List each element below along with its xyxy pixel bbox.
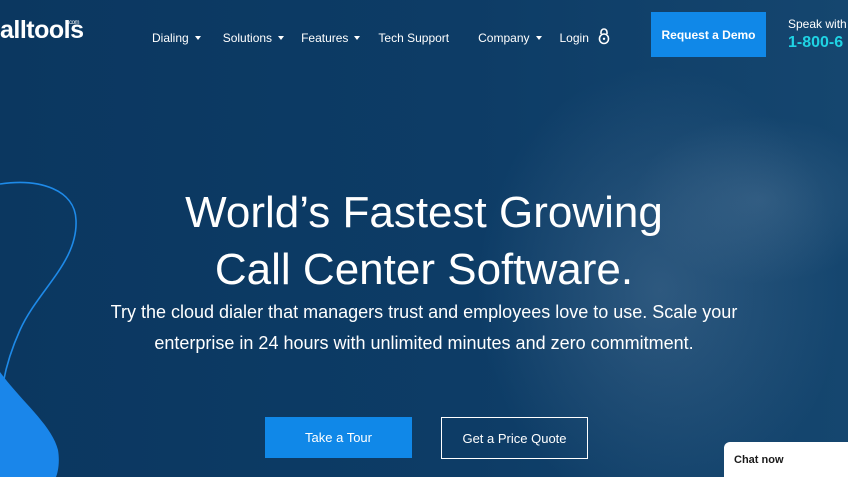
nav-item-login[interactable]: Login xyxy=(560,27,610,48)
chevron-down-icon xyxy=(535,35,542,40)
nav-item-dialing[interactable]: Dialing xyxy=(152,31,201,45)
chevron-down-icon xyxy=(354,35,361,40)
hero-subtitle-line1: Try the cloud dialer that managers trust… xyxy=(110,302,738,322)
logo[interactable]: alltools .com xyxy=(0,16,84,45)
nav-item-label: Features xyxy=(301,30,349,45)
nav-item-company[interactable]: Company xyxy=(478,30,542,45)
chevron-down-icon xyxy=(194,35,201,40)
nav-item-label: Dialing xyxy=(152,30,189,45)
speak-with-label: Speak with a xyxy=(788,17,848,31)
hero-subtitle-line2: enterprise in 24 hours with unlimited mi… xyxy=(154,333,694,353)
phone-number[interactable]: 1-800-6 xyxy=(788,34,843,52)
nav-item-features[interactable]: Features xyxy=(301,30,361,45)
chat-now-widget[interactable]: Chat now xyxy=(724,442,848,477)
logo-suffix: .com xyxy=(68,20,80,26)
hero-headline-line1: World’s Fastest Growing xyxy=(185,188,663,237)
nav-item-label: Company xyxy=(478,30,530,45)
nav-item-label: Login xyxy=(559,30,589,45)
nav-item-label: Tech Support xyxy=(378,30,450,45)
lock-icon xyxy=(598,27,610,48)
price-quote-button[interactable]: Get a Price Quote xyxy=(441,417,588,459)
main-nav: Dialing Solutions Features Tech Support … xyxy=(152,27,610,48)
nav-item-label: Solutions xyxy=(222,30,273,45)
nav-item-solutions[interactable]: Solutions xyxy=(222,30,285,45)
hero-headline-line2: Call Center Software. xyxy=(214,245,634,294)
request-demo-button[interactable]: Request a Demo xyxy=(651,12,766,57)
chevron-down-icon xyxy=(278,35,285,40)
nav-item-tech-support[interactable]: Tech Support xyxy=(378,31,449,45)
chat-now-label: Chat now xyxy=(734,453,784,466)
take-a-tour-button[interactable]: Take a Tour xyxy=(265,417,412,458)
decor-blue-blob xyxy=(0,372,59,477)
